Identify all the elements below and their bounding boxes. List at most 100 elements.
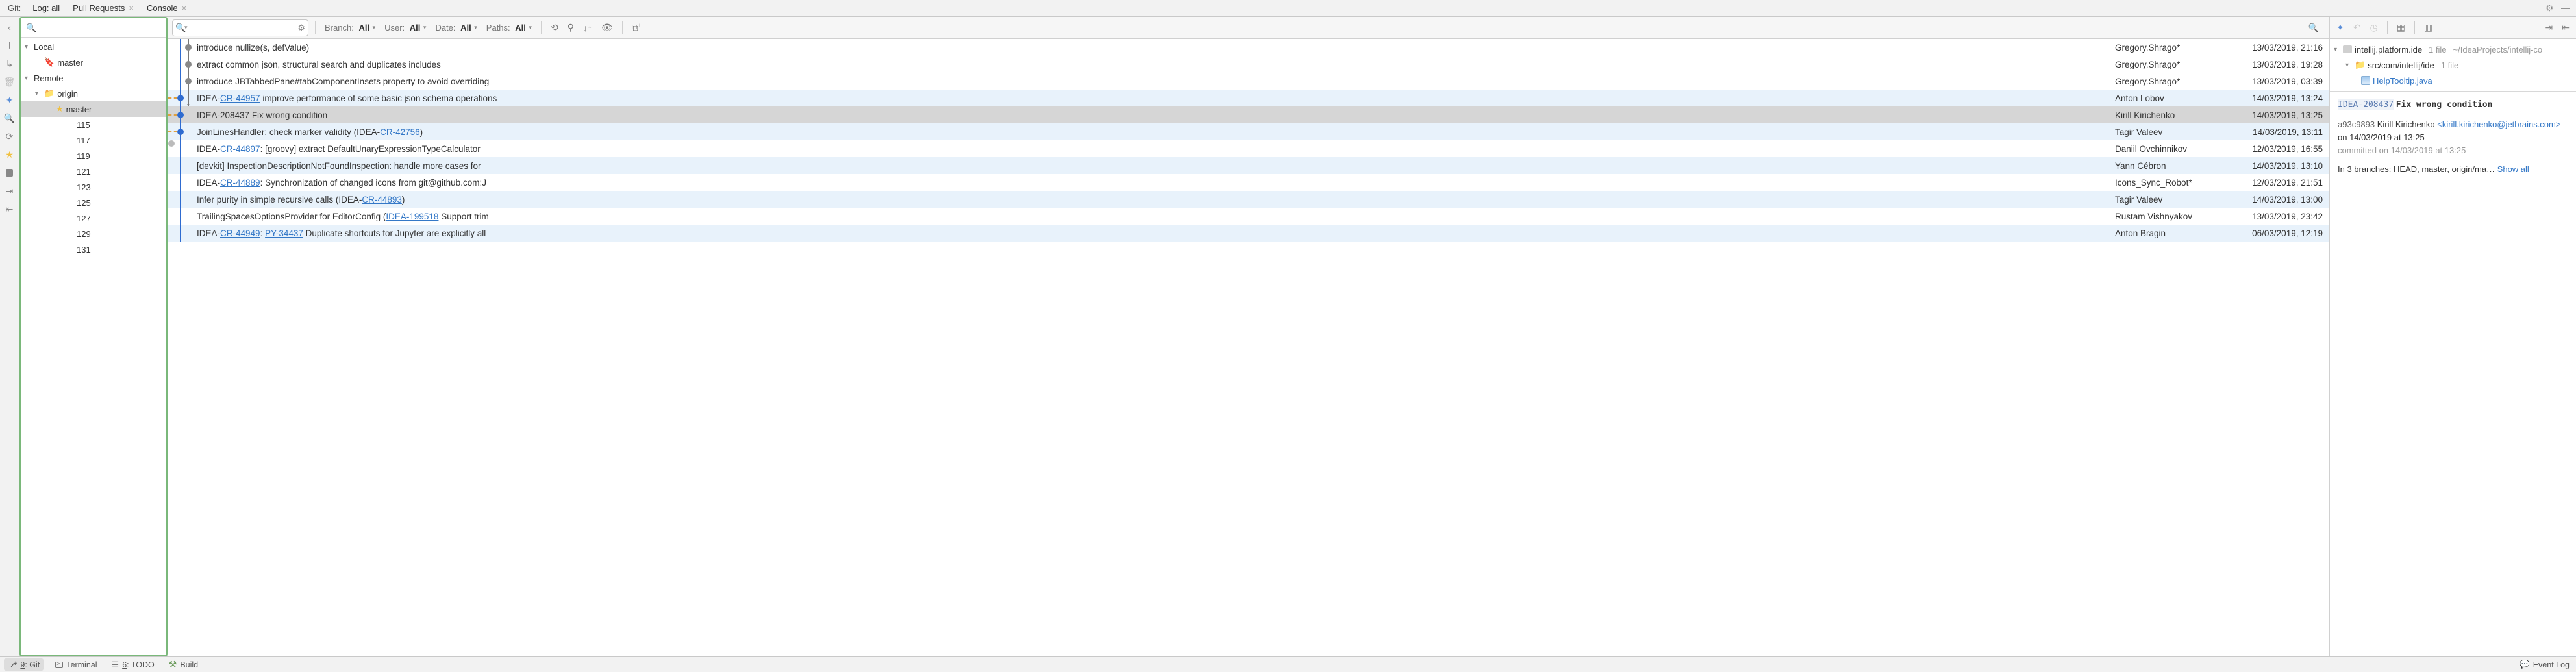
undo-icon[interactable]: ↶ bbox=[2351, 22, 2364, 33]
branch-tree-row[interactable]: 119 bbox=[21, 148, 166, 164]
changed-files-tree: ▾ intellij.platform.ide 1 file ~/IdeaPro… bbox=[2330, 39, 2576, 92]
branch-tree-row[interactable]: ★master bbox=[21, 101, 166, 117]
collapse-icon[interactable]: ⇤ bbox=[2559, 22, 2572, 33]
collapse-icon[interactable]: ⇤ bbox=[5, 204, 15, 214]
group-icon[interactable]: ▦ bbox=[2394, 22, 2408, 33]
commits-search[interactable]: 🔍 ▾ ⚙ bbox=[172, 19, 308, 36]
branch-tree-row[interactable]: ▾Remote bbox=[21, 70, 166, 86]
commit-row[interactable]: IDEA-CR-44889: Synchronization of change… bbox=[168, 174, 2329, 191]
layout-icon[interactable]: ▥ bbox=[2421, 22, 2435, 33]
commit-row[interactable]: IDEA-CR-44897: [groovy] extract DefaultU… bbox=[168, 140, 2329, 157]
author-email[interactable]: <kirill.kirichenko@jetbrains.com> bbox=[2437, 119, 2560, 129]
branch-tree-row[interactable]: 129 bbox=[21, 226, 166, 242]
issue-link[interactable]: IDEA-199518 bbox=[386, 212, 438, 221]
close-icon[interactable]: × bbox=[182, 3, 187, 13]
commit-row[interactable]: introduce nullize(s, defValue)Gregory.Sh… bbox=[168, 39, 2329, 56]
gear-icon[interactable]: ⚙ bbox=[2543, 3, 2556, 14]
filter-paths[interactable]: Paths: All ▾ bbox=[484, 23, 534, 32]
commit-row[interactable]: JoinLinesHandler: check marker validity … bbox=[168, 123, 2329, 140]
layout-icon[interactable] bbox=[5, 168, 15, 178]
commit-author: Gregory.Shrago* bbox=[2115, 77, 2225, 86]
java-file-icon bbox=[2361, 76, 2370, 85]
commits-toolbar: 🔍 ▾ ⚙ Branch: All ▾ User: All ▾ Date: Al… bbox=[168, 17, 2329, 39]
gear-icon[interactable]: ⚙ bbox=[297, 23, 305, 33]
show-all-link[interactable]: Show all bbox=[2497, 164, 2529, 174]
delete-icon[interactable]: 🗑 bbox=[5, 77, 15, 87]
tree-dir[interactable]: ▾ 📁 src/com/intellij/ide 1 file bbox=[2330, 57, 2576, 73]
eye-icon[interactable]: 👁 bbox=[599, 22, 616, 33]
issue-link[interactable]: CR-44897 bbox=[220, 144, 260, 154]
issue-link[interactable]: CR-42756 bbox=[380, 127, 420, 137]
new-tab-icon[interactable]: ⧉⁺ bbox=[629, 22, 644, 33]
refresh-icon[interactable]: ⟳ bbox=[5, 131, 15, 142]
commit-graph bbox=[168, 106, 197, 123]
branch-tree-row[interactable]: ▾📁origin bbox=[21, 86, 166, 101]
expand-icon[interactable]: ⇥ bbox=[5, 186, 15, 196]
commit-row[interactable]: Infer purity in simple recursive calls (… bbox=[168, 191, 2329, 208]
toolwindow-git[interactable]: ⎇ 9: Git bbox=[4, 658, 44, 671]
commit-row[interactable]: IDEA-208437 Fix wrong conditionKirill Ki… bbox=[168, 106, 2329, 123]
filter-user[interactable]: User: All ▾ bbox=[382, 23, 429, 32]
commit-row[interactable]: IDEA-CR-44949: PY-34437 Duplicate shortc… bbox=[168, 225, 2329, 242]
file-name: HelpTooltip.java bbox=[2373, 76, 2432, 86]
issue-link[interactable]: CR-44889 bbox=[220, 178, 260, 188]
issue-link[interactable]: CR-44949 bbox=[220, 229, 260, 238]
commit-row[interactable]: introduce JBTabbedPane#tabComponentInset… bbox=[168, 73, 2329, 90]
diff-icon[interactable]: ✦ bbox=[5, 95, 15, 105]
toolwindow-build[interactable]: ⚒ Build bbox=[166, 659, 201, 670]
module-name: intellij.platform.ide bbox=[2355, 45, 2422, 55]
commit-row[interactable]: ↓IDEA-CR-44957 improve performance of so… bbox=[168, 90, 2329, 106]
back-icon[interactable]: ‹ bbox=[5, 22, 15, 32]
issue-link[interactable]: CR-44957 bbox=[220, 93, 260, 103]
refresh-icon[interactable]: ⟲ bbox=[548, 22, 561, 33]
favorite-icon[interactable]: ★ bbox=[5, 149, 15, 160]
tab-console[interactable]: Console × bbox=[142, 3, 192, 13]
branch-tree-row[interactable]: 131 bbox=[21, 242, 166, 257]
tree-root[interactable]: ▾ intellij.platform.ide 1 file ~/IdeaPro… bbox=[2330, 42, 2576, 57]
expand-icon[interactable]: ⇥ bbox=[2543, 22, 2556, 33]
commit-graph: ↓ bbox=[168, 90, 197, 106]
filter-date[interactable]: Date: All ▾ bbox=[432, 23, 479, 32]
minimize-icon[interactable]: — bbox=[2558, 3, 2572, 13]
branch-tree-row[interactable]: 121 bbox=[21, 164, 166, 179]
tree-file[interactable]: HelpTooltip.java bbox=[2330, 73, 2576, 88]
commit-message: Fix wrong condition bbox=[2396, 100, 2493, 110]
sort-icon[interactable]: ↓↑ bbox=[581, 23, 595, 33]
toolwindow-eventlog[interactable]: 💬 Event Log bbox=[2517, 660, 2572, 669]
module-icon bbox=[2343, 45, 2352, 53]
commit-list: introduce nullize(s, defValue)Gregory.Sh… bbox=[168, 39, 2329, 656]
branch-tree-row[interactable]: 117 bbox=[21, 132, 166, 148]
cherry-pick-icon[interactable]: ⚲ bbox=[565, 22, 577, 33]
branch-tree-row[interactable]: 🔖master bbox=[21, 55, 166, 70]
history-icon[interactable]: ◷ bbox=[2367, 22, 2380, 33]
toolwindow-todo[interactable]: ☰ 6: TODO bbox=[109, 660, 157, 670]
issue-link[interactable]: CR-44893 bbox=[362, 195, 402, 205]
add-icon[interactable]: ＋ bbox=[5, 40, 15, 51]
search-icon[interactable]: 🔍 bbox=[2308, 23, 2325, 33]
branch-tree-row[interactable]: 123 bbox=[21, 179, 166, 195]
branches-search[interactable]: 🔍 bbox=[21, 18, 166, 38]
tab-log-all[interactable]: Log: all bbox=[27, 3, 65, 13]
branch-tree-row[interactable]: ▾Local bbox=[21, 39, 166, 55]
commit-row[interactable]: extract common json, structural search a… bbox=[168, 56, 2329, 73]
issue-link[interactable]: PY-34437 bbox=[265, 229, 303, 238]
bookmark-icon: 🔖 bbox=[44, 57, 55, 68]
branch-tree-row[interactable]: 115 bbox=[21, 117, 166, 132]
branch-label: 131 bbox=[77, 245, 91, 255]
commit-row[interactable]: TrailingSpacesOptionsProvider for Editor… bbox=[168, 208, 2329, 225]
pin-icon[interactable]: ✦ bbox=[2334, 22, 2347, 33]
branch-label: 127 bbox=[77, 214, 91, 223]
checkout-icon[interactable]: ↳ bbox=[5, 58, 15, 69]
commit-author: Yann Cébron bbox=[2115, 161, 2225, 171]
toolwindow-terminal[interactable]: Terminal bbox=[53, 660, 99, 669]
branch-tree-row[interactable]: 125 bbox=[21, 195, 166, 210]
commit-row[interactable]: [devkit] InspectionDescriptionNotFoundIn… bbox=[168, 157, 2329, 174]
close-icon[interactable]: × bbox=[129, 3, 134, 13]
tab-pull-requests[interactable]: Pull Requests × bbox=[68, 3, 139, 13]
committed-line: committed on 14/03/2019 at 13:25 bbox=[2338, 144, 2568, 157]
branch-label: 129 bbox=[77, 229, 91, 239]
search-icon[interactable]: 🔍 bbox=[5, 113, 15, 123]
commit-date: 06/03/2019, 12:19 bbox=[2225, 229, 2329, 238]
branch-tree-row[interactable]: 127 bbox=[21, 210, 166, 226]
filter-branch[interactable]: Branch: All ▾ bbox=[322, 23, 378, 32]
